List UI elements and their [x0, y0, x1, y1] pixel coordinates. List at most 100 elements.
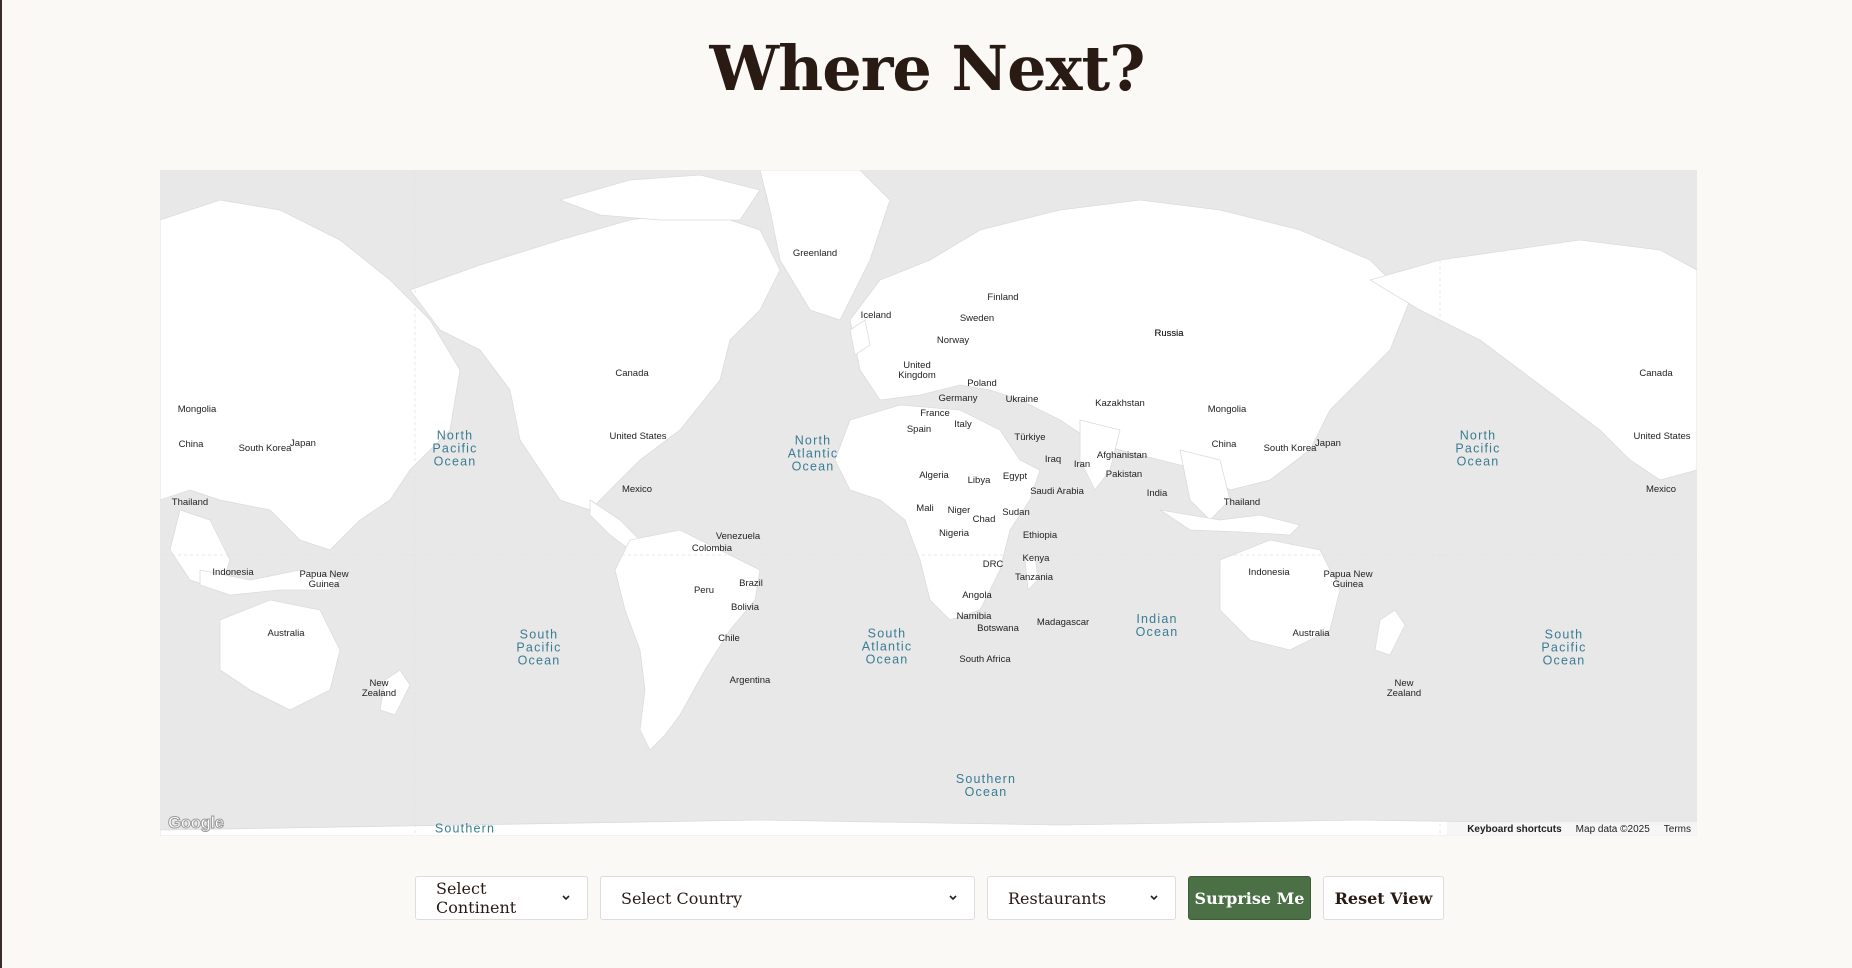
country-label: France	[920, 408, 950, 419]
country-label: Papua New Guinea	[1323, 569, 1373, 590]
controls-bar: Select Continent Select Country Restaura…	[2, 876, 1852, 920]
country-label: DRC	[982, 559, 1004, 570]
country-label: Poland	[967, 378, 997, 389]
country-label: Colombia	[691, 543, 733, 554]
country-label: Japan	[1315, 438, 1341, 449]
country-label: India	[1146, 488, 1168, 499]
map-data-text: Map data ©2025	[1575, 823, 1650, 835]
ocean-label: South Pacific Ocean	[516, 627, 562, 668]
land-arctic-islands	[558, 174, 761, 221]
country-label: Ethiopia	[1022, 530, 1058, 541]
chevron-down-icon	[562, 895, 570, 901]
chevron-down-icon	[1150, 895, 1158, 901]
country-label: Canada	[1639, 368, 1673, 379]
country-label: Australia	[267, 628, 305, 639]
country-label: Afghanistan	[1096, 450, 1148, 461]
country-label: Algeria	[919, 470, 949, 481]
country-label: Botswana	[977, 623, 1019, 634]
ocean-label: Southern Ocean	[955, 772, 1017, 799]
country-label: Egypt	[1002, 471, 1028, 482]
continent-select-value: Select Continent	[436, 879, 517, 917]
country-label: Italy	[954, 419, 972, 430]
country-label: Tanzania	[1014, 572, 1054, 583]
country-label: Mexico	[1645, 484, 1677, 495]
country-label: Peru	[693, 585, 715, 596]
country-label: Norway	[936, 335, 970, 346]
country-label: Mali	[916, 503, 934, 514]
country-select[interactable]: Select Country	[600, 876, 975, 920]
country-label: Saudi Arabia	[1030, 486, 1084, 497]
country-label: Indonesia	[212, 567, 254, 578]
country-label: Sweden	[959, 313, 995, 324]
country-label: Mongolia	[1207, 404, 1247, 415]
ocean-label: North Pacific Ocean	[432, 428, 478, 469]
country-label: Sudan	[1002, 507, 1030, 518]
keyboard-shortcuts-link[interactable]: Keyboard shortcuts	[1467, 824, 1561, 835]
country-label: China	[1211, 439, 1237, 450]
country-label: Kenya	[1022, 553, 1050, 564]
google-logo[interactable]: Google	[168, 813, 225, 833]
country-label: Papua New Guinea	[299, 569, 349, 590]
land-north-america-east	[1369, 239, 1697, 481]
country-label: Russia	[1154, 328, 1184, 339]
country-label: Namibia	[956, 611, 992, 622]
country-label: United Kingdom	[898, 360, 936, 381]
country-label: Argentina	[729, 675, 771, 686]
country-label: Thailand	[1223, 497, 1261, 508]
country-select-value: Select Country	[621, 888, 743, 908]
country-label: United States	[609, 431, 667, 442]
category-select-value: Restaurants	[1008, 888, 1107, 908]
country-label: Greenland	[792, 248, 838, 259]
country-label: Türkiye	[1014, 432, 1046, 443]
country-label: Australia	[1292, 628, 1330, 639]
page-title: Where Next?	[709, 32, 1146, 105]
land-new-zealand-east	[1374, 609, 1406, 656]
country-label: Nigeria	[938, 528, 970, 539]
continent-select[interactable]: Select Continent	[415, 876, 588, 920]
country-label: Germany	[938, 393, 978, 404]
country-label: Mongolia	[177, 404, 217, 415]
country-label: Chad	[972, 514, 996, 525]
country-label: South Korea	[238, 443, 292, 454]
country-label: Venezuela	[715, 531, 761, 542]
country-label: Mexico	[621, 484, 653, 495]
land-australia-west	[219, 599, 341, 711]
country-label: Spain	[906, 424, 932, 435]
terms-link[interactable]: Terms	[1664, 824, 1691, 835]
country-label: South Africa	[959, 654, 1011, 665]
country-label: Angola	[962, 590, 992, 601]
country-label: Finland	[987, 292, 1019, 303]
country-label: China	[178, 439, 204, 450]
country-label: Pakistan	[1105, 469, 1143, 480]
country-label: Brazil	[739, 578, 763, 589]
ocean-label: North Atlantic Ocean	[787, 433, 839, 474]
country-label: Niger	[947, 505, 971, 516]
country-label: Chile	[718, 633, 740, 644]
country-label: Bolivia	[731, 602, 759, 613]
world-map[interactable]: Greenland Iceland Finland Sweden Norway Unite…	[160, 170, 1697, 836]
ocean-label: Indian Ocean	[1135, 612, 1179, 639]
country-label: New Zealand	[1386, 678, 1422, 699]
country-label: Kazakhstan	[1095, 398, 1145, 409]
country-label: Canada	[615, 368, 649, 379]
country-label: Iran	[1073, 459, 1091, 470]
category-select[interactable]: Restaurants	[987, 876, 1176, 920]
country-label: Iceland	[860, 310, 892, 321]
country-label: Thailand	[171, 497, 209, 508]
country-label: Japan	[290, 438, 316, 449]
country-label: South Korea	[1263, 443, 1317, 454]
country-label: Iraq	[1044, 454, 1062, 465]
country-label: Madagascar	[1036, 617, 1090, 628]
ocean-label: North Pacific Ocean	[1455, 428, 1501, 469]
country-label: United States	[1633, 431, 1691, 442]
country-label: Ukraine	[1005, 394, 1039, 405]
ocean-label: Southern	[434, 821, 496, 836]
country-label: Indonesia	[1248, 567, 1290, 578]
country-label: Libya	[967, 475, 991, 486]
land-indonesia-east	[1159, 509, 1301, 536]
reset-view-button[interactable]: Reset View	[1323, 876, 1444, 920]
ocean-label: South Pacific Ocean	[1541, 627, 1587, 668]
surprise-me-button[interactable]: Surprise Me	[1188, 876, 1311, 920]
ocean-label: South Atlantic Ocean	[861, 626, 913, 667]
map-attribution: Keyboard shortcuts Map data ©2025 Terms	[1447, 822, 1697, 836]
